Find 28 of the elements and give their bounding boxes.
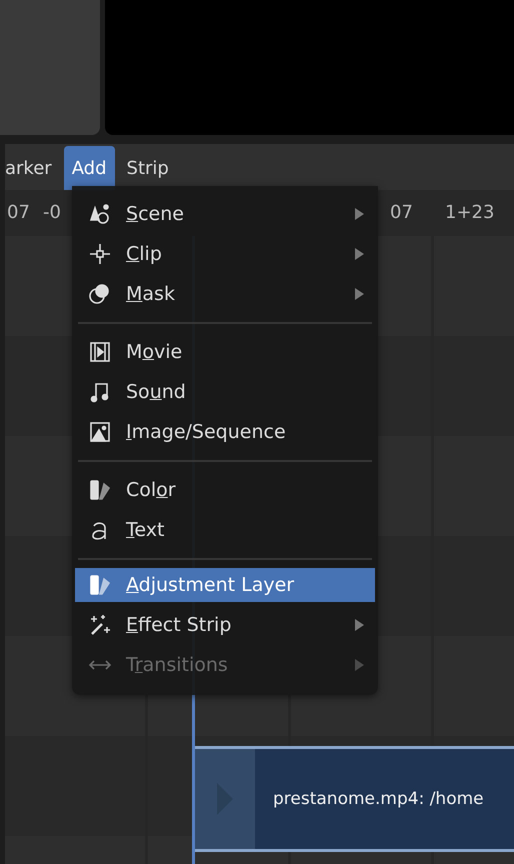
menu-item[interactable]: Color	[72, 470, 378, 510]
menu-button[interactable]: Strip	[118, 146, 177, 190]
frame-label: -0	[43, 202, 61, 223]
frame-label: 07	[390, 202, 413, 223]
image-icon	[88, 420, 112, 444]
strip-label: prestanome.mp4: /home	[273, 789, 484, 809]
menu-item[interactable]: Image/Sequence	[72, 412, 378, 452]
menu-button[interactable]: arker	[5, 146, 60, 190]
menu-item[interactable]: Clip	[72, 234, 378, 274]
menu-item[interactable]: Scene	[72, 194, 378, 234]
menu-item[interactable]: Mask	[72, 274, 378, 314]
frame-label: 1+23	[445, 202, 494, 223]
menu-item[interactable]: Text	[72, 510, 378, 550]
menu-item[interactable]: Adjustment Layer	[75, 568, 375, 602]
menu-item[interactable]: Movie	[72, 332, 378, 372]
crosshair-icon	[88, 242, 112, 266]
scene-icon	[88, 202, 112, 226]
frame-label: 07	[7, 202, 30, 223]
color-strip-icon	[88, 573, 112, 597]
movie-strip[interactable]: prestanome.mp4: /home	[195, 746, 514, 852]
menu-item[interactable]: Sound	[72, 372, 378, 412]
mask-icon	[88, 282, 112, 306]
color-strip-icon	[88, 478, 112, 502]
strip-handle[interactable]	[195, 749, 255, 849]
menu-item[interactable]: Effect Strip	[72, 605, 378, 645]
magic-wand-icon	[88, 613, 112, 637]
menu-button[interactable]: Add	[64, 146, 115, 190]
film-icon	[88, 340, 112, 364]
